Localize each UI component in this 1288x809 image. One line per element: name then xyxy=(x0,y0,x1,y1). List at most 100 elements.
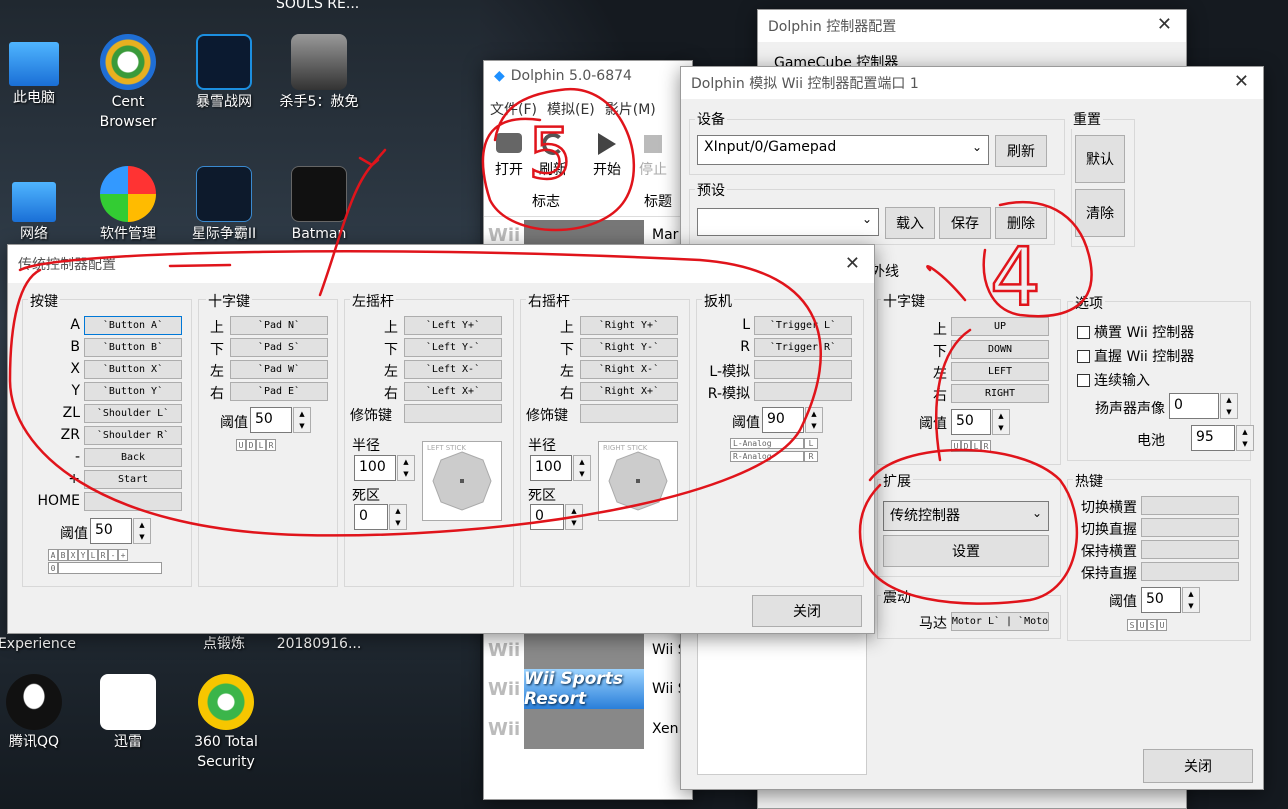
extension-setup-button[interactable]: 设置 xyxy=(883,535,1049,567)
trigger-l-analog-binding[interactable] xyxy=(754,360,852,379)
rstick-binding[interactable]: `Right Y+` xyxy=(580,316,678,335)
lstick-binding[interactable]: `Left X-` xyxy=(404,360,502,379)
rstick-binding[interactable]: `Right X+` xyxy=(580,382,678,401)
preset-save-button[interactable]: 保存 xyxy=(939,207,991,239)
desktop-icon-battlenet[interactable]: 暴雪战网 xyxy=(181,34,267,112)
spin-arrows-icon[interactable]: ▲ ▼ xyxy=(565,504,583,530)
desktop-icon-qq[interactable]: 腾讯QQ xyxy=(0,674,77,752)
left-modifier-binding[interactable] xyxy=(404,404,502,423)
game-row[interactable]: Wii Wii S xyxy=(484,631,694,669)
upright-checkbox[interactable]: 直握 Wii 控制器 xyxy=(1077,346,1194,366)
continuous-checkbox[interactable]: 连续输入 xyxy=(1077,370,1150,390)
desktop-icon-xunlei[interactable]: 迅雷 xyxy=(85,674,171,752)
classic-dpad-up-binding[interactable]: `Pad N` xyxy=(230,316,328,335)
spin-arrows-icon[interactable]: ▲ ▼ xyxy=(293,407,311,433)
button-2-binding[interactable]: `Button X` xyxy=(84,360,182,379)
battery-spin[interactable]: 95 ▲ ▼ xyxy=(1191,425,1254,451)
close-icon[interactable]: ✕ xyxy=(845,253,860,274)
triggers-threshold-spin[interactable]: 90 ▲ ▼ xyxy=(762,407,823,433)
desktop-icon-360[interactable]: 360 Total Security xyxy=(181,674,271,772)
column-banner[interactable]: 标志 xyxy=(484,191,644,216)
close-icon[interactable]: ✕ xyxy=(1157,14,1172,35)
menu-file[interactable]: 文件(F) xyxy=(490,99,537,119)
stop-button[interactable]: 停止 xyxy=(634,133,672,179)
button-4-binding[interactable]: `Shoulder L` xyxy=(84,404,182,423)
spin-arrows-icon[interactable]: ▲ ▼ xyxy=(389,504,407,530)
right-modifier-binding[interactable] xyxy=(580,404,678,423)
desktop-icon-date-folder[interactable]: 20180916... xyxy=(270,634,368,654)
device-select[interactable]: XInput/0/Gamepad ⌄ xyxy=(697,135,989,165)
desktop-icon-cent-browser[interactable]: Cent Browser xyxy=(85,34,171,132)
rstick-binding[interactable]: `Right Y-` xyxy=(580,338,678,357)
button-5-binding[interactable]: `Shoulder R` xyxy=(84,426,182,445)
lstick-binding[interactable]: `Left Y+` xyxy=(404,316,502,335)
menu-movie[interactable]: 影片(M) xyxy=(605,99,656,119)
buttons-threshold-spin[interactable]: 50 ▲ ▼ xyxy=(90,518,151,544)
speaker-spin[interactable]: 0 ▲ ▼ xyxy=(1169,393,1238,419)
trigger-l-binding[interactable]: `Trigger L` xyxy=(754,316,852,335)
left-radius-spin[interactable]: 100 ▲ ▼ xyxy=(354,455,415,481)
dpad-down-binding[interactable]: DOWN xyxy=(951,340,1049,359)
classic-dpad-down-binding[interactable]: `Pad S` xyxy=(230,338,328,357)
hotkey-binding[interactable] xyxy=(1141,540,1239,559)
dpad-left-binding[interactable]: LEFT xyxy=(951,362,1049,381)
spin-arrows-icon[interactable]: ▲ ▼ xyxy=(1182,587,1200,613)
open-button[interactable]: 打开 xyxy=(490,133,528,179)
button-7-binding[interactable]: Start xyxy=(84,470,182,489)
hotkey-binding[interactable] xyxy=(1141,496,1239,515)
desktop-icon-this-pc[interactable]: 此电脑 xyxy=(0,36,77,108)
lstick-binding[interactable]: `Left X+` xyxy=(404,382,502,401)
spin-arrows-icon[interactable]: ▲ ▼ xyxy=(805,407,823,433)
dpad-up-binding[interactable]: UP xyxy=(951,317,1049,336)
button-0-binding[interactable]: `Button A` xyxy=(84,316,182,335)
spin-arrows-icon[interactable]: ▲ ▼ xyxy=(992,409,1010,435)
trigger-r-analog-binding[interactable] xyxy=(754,382,852,401)
classic-close-button[interactable]: 关闭 xyxy=(752,595,862,627)
button-1-binding[interactable]: `Button B` xyxy=(84,338,182,357)
preset-select[interactable]: ⌄ xyxy=(697,208,879,236)
classic-dpad-threshold-spin[interactable]: 50 ▲ ▼ xyxy=(250,407,311,433)
dpad-right-binding[interactable]: RIGHT xyxy=(951,384,1049,403)
game-row[interactable]: Wii Xen xyxy=(484,709,694,749)
desktop-icon-software[interactable]: 软件管理 xyxy=(85,166,171,244)
hotkey-binding[interactable] xyxy=(1141,562,1239,581)
desktop-icon-experience[interactable]: Experience xyxy=(0,634,82,654)
hotkey-binding[interactable] xyxy=(1141,518,1239,537)
spin-arrows-icon[interactable]: ▲ ▼ xyxy=(1236,425,1254,451)
classic-dpad-left-binding[interactable]: `Pad W` xyxy=(230,360,328,379)
game-row[interactable]: Wii Wii Sports Resort Wii S xyxy=(484,669,694,709)
refresh-button[interactable]: 刷新 xyxy=(534,133,572,179)
menu-emulation[interactable]: 模拟(E) xyxy=(547,99,595,119)
button-8-binding[interactable] xyxy=(84,492,182,511)
trigger-r-binding[interactable]: `Trigger R` xyxy=(754,338,852,357)
classic-dpad-right-binding[interactable]: `Pad E` xyxy=(230,382,328,401)
button-3-binding[interactable]: `Button Y` xyxy=(84,382,182,401)
default-button[interactable]: 默认 xyxy=(1075,135,1125,183)
right-deadzone-spin[interactable]: 0 ▲ ▼ xyxy=(530,504,583,530)
desktop-icon-exercise[interactable]: 点锻炼 xyxy=(181,634,267,654)
spin-arrows-icon[interactable]: ▲ ▼ xyxy=(573,455,591,481)
rstick-binding[interactable]: `Right X-` xyxy=(580,360,678,379)
device-refresh-button[interactable]: 刷新 xyxy=(995,135,1047,167)
desktop-icon-batman[interactable]: Batman xyxy=(276,166,362,244)
motor-binding[interactable]: `Motor L` | `Motor xyxy=(951,612,1049,631)
sideways-checkbox[interactable]: 横置 Wii 控制器 xyxy=(1077,322,1194,342)
column-title[interactable]: 标题 xyxy=(644,191,672,216)
close-icon[interactable]: ✕ xyxy=(1234,71,1249,92)
spin-arrows-icon[interactable]: ▲ ▼ xyxy=(1220,393,1238,419)
right-radius-spin[interactable]: 100 ▲ ▼ xyxy=(530,455,591,481)
clear-button[interactable]: 清除 xyxy=(1075,189,1125,237)
desktop-icon-network[interactable]: 网络 xyxy=(0,176,77,244)
left-deadzone-spin[interactable]: 0 ▲ ▼ xyxy=(354,504,407,530)
spin-arrows-icon[interactable]: ▲ ▼ xyxy=(397,455,415,481)
extension-select[interactable]: 传统控制器 ⌄ xyxy=(883,501,1049,531)
wii-close-button[interactable]: 关闭 xyxy=(1143,749,1253,783)
hotkeys-threshold-spin[interactable]: 50 ▲ ▼ xyxy=(1141,587,1200,613)
start-button[interactable]: 开始 xyxy=(588,133,626,179)
preset-delete-button[interactable]: 删除 xyxy=(995,207,1047,239)
desktop-icon-starcraft[interactable]: 星际争霸II xyxy=(181,166,267,244)
preset-load-button[interactable]: 载入 xyxy=(885,207,935,239)
desktop-icon-hitman[interactable]: 杀手5：赦免 xyxy=(276,34,362,112)
button-6-binding[interactable]: Back xyxy=(84,448,182,467)
tab-extension[interactable]: 外线 xyxy=(871,261,899,281)
